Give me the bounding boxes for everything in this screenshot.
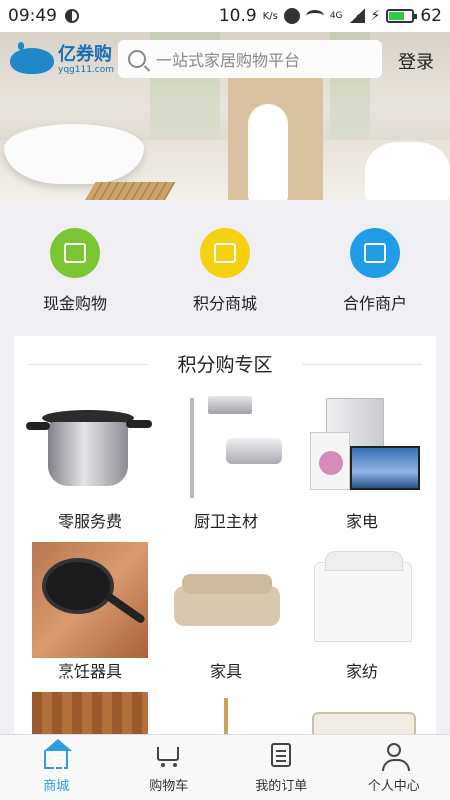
status-bar: 09:49 10.9 K/s 4G ⚡ 62 xyxy=(0,0,450,32)
quick-entry-cash-shopping[interactable]: 现金购物 xyxy=(20,228,130,322)
frying-pan-image xyxy=(32,542,148,658)
category-item-flooring[interactable] xyxy=(22,692,158,736)
quick-entry-label: 积分商城 xyxy=(192,294,257,313)
bottom-nav: 商城 购物车 我的订单 个人中心 xyxy=(0,734,450,800)
search-placeholder: 一站式家居购物平台 xyxy=(156,51,301,70)
battery-level: 62 xyxy=(420,6,442,26)
quick-entry-label: 合作商户 xyxy=(342,294,407,313)
nav-label: 商城 xyxy=(43,779,70,794)
nav-item-profile[interactable]: 个人中心 xyxy=(338,735,450,800)
category-label: 烹饪器具 xyxy=(57,662,122,681)
category-item-zero-fee[interactable]: 零服务费 xyxy=(22,392,158,536)
divider xyxy=(302,364,422,365)
category-label: 家纺 xyxy=(345,662,378,681)
store-icon xyxy=(350,228,400,278)
wood-flooring-image xyxy=(32,692,148,736)
network-speed-unit: K/s xyxy=(262,10,278,22)
quick-entry-label: 现金购物 xyxy=(42,294,107,313)
banner-mat xyxy=(80,182,176,200)
nav-label: 我的订单 xyxy=(255,779,308,794)
category-item-furniture[interactable]: 家具 xyxy=(158,542,294,686)
category-label: 家具 xyxy=(209,662,242,681)
search-bar[interactable]: 一站式家居购物平台 xyxy=(118,40,382,78)
chandelier-image xyxy=(168,692,284,736)
home-icon xyxy=(44,739,73,769)
shower-faucet-image xyxy=(168,392,284,502)
gift-icon xyxy=(200,228,250,278)
category-item-kitchen-bath[interactable]: 厨卫主材 xyxy=(158,392,294,536)
category-item-lighting[interactable] xyxy=(158,692,294,736)
category-label: 厨卫主材 xyxy=(193,512,258,531)
battery-icon xyxy=(386,9,418,23)
banner-bathtub xyxy=(4,124,144,184)
bed-image xyxy=(304,542,420,652)
network-speed: 10.9 xyxy=(218,6,257,26)
category-item-bath[interactable] xyxy=(294,692,430,736)
user-icon xyxy=(381,743,410,771)
quick-entry-partners[interactable]: 合作商户 xyxy=(320,228,430,322)
category-item-cookware[interactable]: 烹饪器具 xyxy=(22,542,158,686)
moon-icon xyxy=(65,9,79,23)
category-item-textiles[interactable]: 家纺 xyxy=(294,542,430,686)
category-label: 家电 xyxy=(345,512,378,531)
pressure-cooker-image xyxy=(26,392,152,502)
charging-icon: ⚡ xyxy=(370,8,381,24)
nav-label: 购物车 xyxy=(149,779,189,794)
nav-item-mall[interactable]: 商城 xyxy=(0,735,113,800)
banner-sink xyxy=(248,104,288,200)
sofa-image xyxy=(168,542,284,652)
appliances-image xyxy=(304,392,420,502)
points-zone: 积分购专区 零服务费 厨卫主材 家电 烹饪器具 家具 家纺 xyxy=(14,336,436,736)
network-type: 4G xyxy=(329,11,343,21)
shopping-bag-icon xyxy=(50,228,100,278)
logo-url: yqg111.com xyxy=(58,65,115,75)
banner-toilet xyxy=(365,142,450,200)
nav-item-orders[interactable]: 我的订单 xyxy=(225,735,338,800)
status-time: 09:49 xyxy=(8,6,57,26)
nav-item-cart[interactable]: 购物车 xyxy=(113,735,226,800)
wifi-icon xyxy=(305,10,324,22)
quick-entry-points-mall[interactable]: 积分商城 xyxy=(170,228,280,322)
whale-logo-icon xyxy=(10,41,54,74)
signal-icon xyxy=(348,9,365,23)
logo-name: 亿券购 xyxy=(58,44,112,65)
category-item-appliances[interactable]: 家电 xyxy=(294,392,430,536)
login-button[interactable]: 登录 xyxy=(398,48,434,74)
order-list-icon xyxy=(271,743,292,767)
cart-icon xyxy=(156,747,179,767)
quick-entries: 现金购物 积分商城 合作商户 xyxy=(0,200,450,322)
alarm-icon xyxy=(283,8,300,24)
bathtub-image xyxy=(304,692,420,736)
search-icon xyxy=(128,50,146,68)
category-label: 零服务费 xyxy=(57,512,122,531)
app-logo: 亿券购 yqg111.com xyxy=(10,41,115,75)
nav-label: 个人中心 xyxy=(367,779,420,794)
